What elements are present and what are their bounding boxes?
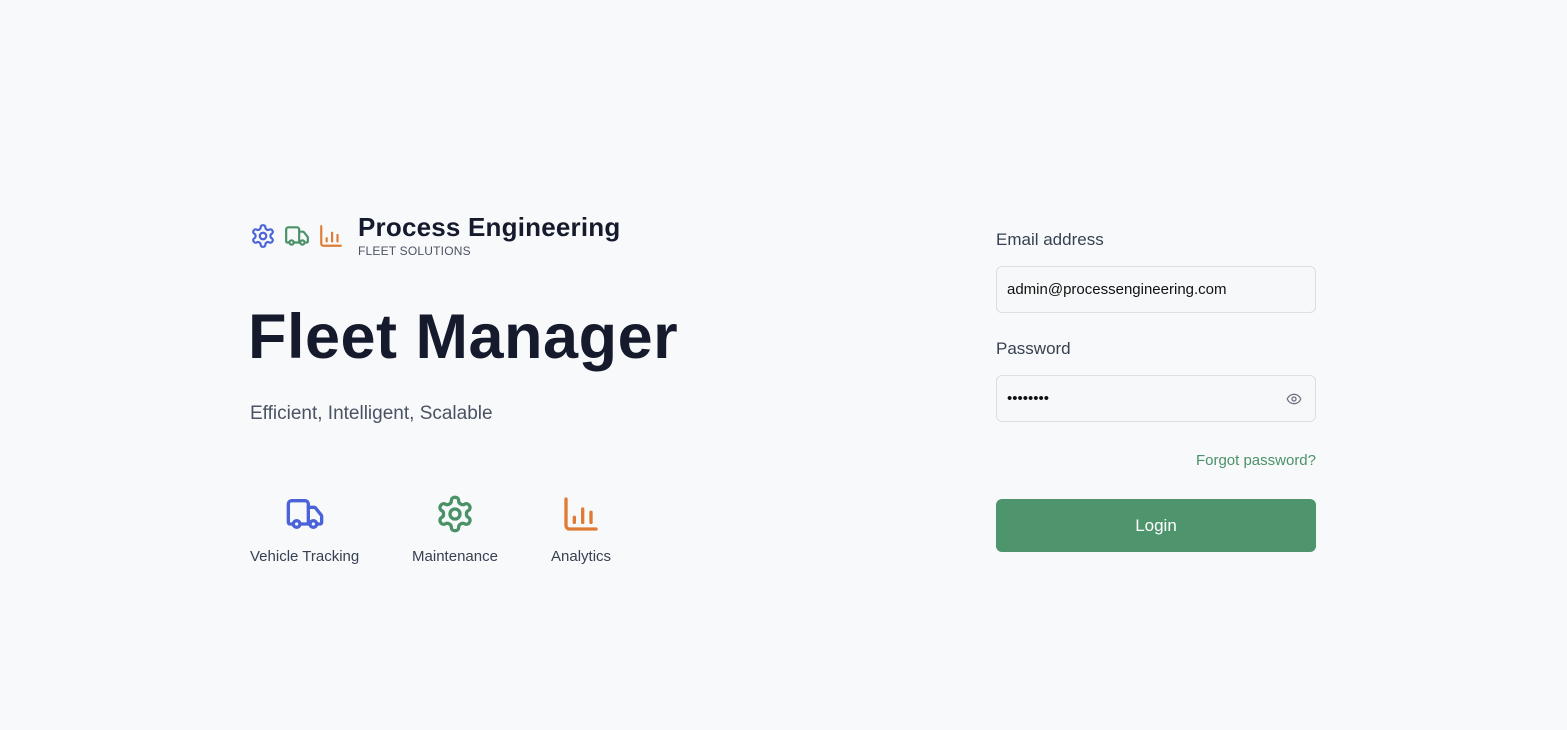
- feature-label: Analytics: [551, 548, 612, 565]
- page-title: Fleet Manager: [248, 302, 679, 372]
- show-password-eye-icon[interactable]: [1285, 391, 1303, 407]
- login-form: Email address Password Forgot password? …: [996, 228, 1316, 552]
- truck-icon: [250, 494, 359, 534]
- password-field-wrapper: [996, 375, 1316, 422]
- brand-subtitle: FLEET SOLUTIONS: [358, 244, 471, 258]
- feature-vehicle-tracking: Vehicle Tracking: [250, 494, 359, 565]
- bar-chart-icon: [318, 223, 344, 249]
- brand-icons: [250, 223, 344, 249]
- forgot-password-link[interactable]: Forgot password?: [996, 452, 1316, 470]
- password-group: Password: [996, 337, 1316, 422]
- email-group: Email address: [996, 228, 1316, 313]
- gear-icon: [250, 223, 276, 249]
- email-label: Email address: [996, 230, 1104, 249]
- feature-analytics: Analytics: [551, 494, 611, 565]
- brand-text: Process Engineering FLEET SOLUTIONS: [358, 212, 620, 258]
- feature-label: Vehicle Tracking: [250, 548, 360, 565]
- login-page: Process Engineering FLEET SOLUTIONS Flee…: [0, 0, 1567, 730]
- password-field[interactable]: [997, 376, 1315, 421]
- brand-title: Process Engineering: [358, 212, 621, 242]
- email-field[interactable]: [997, 267, 1315, 312]
- brand-header: Process Engineering FLEET SOLUTIONS: [250, 212, 620, 258]
- gear-icon: [412, 494, 498, 534]
- email-field-wrapper: [996, 266, 1316, 313]
- bar-chart-icon: [551, 494, 611, 534]
- tagline: Efficient, Intelligent, Scalable: [250, 403, 493, 424]
- password-label: Password: [996, 339, 1071, 358]
- truck-icon: [284, 223, 310, 249]
- feature-maintenance: Maintenance: [412, 494, 498, 565]
- login-button[interactable]: Login: [996, 499, 1316, 552]
- feature-label: Maintenance: [412, 548, 498, 565]
